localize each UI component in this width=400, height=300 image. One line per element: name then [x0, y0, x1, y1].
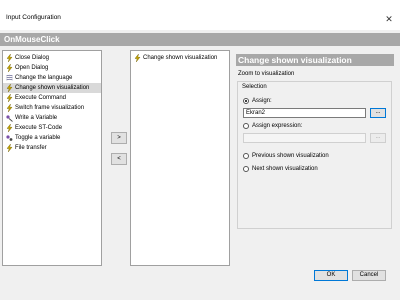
list-item-label: Execute ST-Code	[15, 125, 63, 131]
add-action-button[interactable]: >	[111, 132, 127, 144]
list-item[interactable]: Switch frame visualization	[3, 103, 101, 113]
zoom-to-visualization-label: Zoom to visualization	[238, 71, 295, 77]
list-item[interactable]: Execute Command	[3, 93, 101, 103]
window-title: Input Configuration	[6, 14, 61, 21]
previous-visualization-label: Previous shown visualization	[252, 153, 329, 159]
radio-unselected-icon	[243, 153, 249, 159]
lightning-icon	[6, 123, 13, 133]
list-item[interactable]: Close Dialog	[3, 53, 101, 63]
input-configuration-dialog: Input Configuration ✕ OnMouseClick Close…	[0, 0, 400, 300]
next-visualization-label: Next shown visualization	[252, 166, 318, 172]
close-icon: ✕	[385, 14, 393, 24]
list-item[interactable]: Change shown visualization	[3, 83, 101, 93]
list-item[interactable]: File transfer	[3, 143, 101, 153]
list-item[interactable]: Write a Variable	[3, 113, 101, 123]
list-item-label: Close Dialog	[15, 55, 50, 61]
list-item-label: File transfer	[15, 145, 47, 151]
available-actions-list[interactable]: Close Dialog Open Dialog Change the langua…	[2, 50, 102, 266]
assign-expression-radio[interactable]: Assign expression:	[243, 122, 302, 130]
properties-title: Change shown visualization	[236, 54, 394, 66]
lightning-icon	[6, 103, 13, 113]
list-item-label: Open Dialog	[15, 65, 49, 71]
list-item[interactable]: Change the language	[3, 73, 101, 83]
list-item-label: Toggle a variable	[15, 135, 61, 141]
assign-input[interactable]: Ekran2	[243, 108, 366, 118]
cancel-button[interactable]: Cancel	[352, 270, 386, 281]
lightning-icon	[6, 53, 13, 63]
selection-group-label: Selection	[242, 84, 267, 90]
close-button[interactable]: ✕	[378, 8, 400, 30]
assign-browse-button[interactable]: ...	[370, 108, 386, 118]
list-item[interactable]: Open Dialog	[3, 63, 101, 73]
list-item[interactable]: Change shown visualization	[131, 53, 229, 63]
list-item[interactable]: Execute ST-Code	[3, 123, 101, 133]
title-bar: Input Configuration ✕	[0, 0, 400, 30]
list-item-label: Change shown visualization	[143, 55, 218, 61]
list-item[interactable]: Toggle a variable	[3, 133, 101, 143]
event-header: OnMouseClick	[0, 33, 400, 46]
radio-unselected-icon	[243, 123, 249, 129]
ok-button[interactable]: OK	[314, 270, 348, 281]
previous-visualization-radio[interactable]: Previous shown visualization	[243, 152, 329, 160]
configured-actions-list[interactable]: Change shown visualization	[130, 50, 230, 266]
properties-panel: Change shown visualization Zoom to visua…	[236, 50, 394, 266]
list-item-label: Switch frame visualization	[15, 105, 85, 111]
language-icon	[6, 74, 13, 82]
toggle-variable-icon	[6, 134, 13, 142]
lightning-icon	[6, 143, 13, 153]
assign-expression-input[interactable]	[243, 133, 366, 143]
lightning-icon	[6, 83, 13, 93]
lightning-icon	[6, 63, 13, 73]
next-visualization-radio[interactable]: Next shown visualization	[243, 165, 318, 173]
selection-group: Selection Assign: Ekran2 ... Assign expr…	[237, 81, 392, 229]
lightning-icon	[6, 93, 13, 103]
list-item-label: Change the language	[15, 75, 73, 81]
list-item-label: Execute Command	[15, 95, 67, 101]
assign-radio[interactable]: Assign:	[243, 97, 272, 105]
radio-selected-icon	[243, 98, 249, 104]
radio-unselected-icon	[243, 166, 249, 172]
event-title: OnMouseClick	[4, 35, 60, 44]
remove-action-button[interactable]: <	[111, 153, 127, 165]
assign-expression-label: Assign expression:	[252, 123, 303, 129]
write-variable-icon	[6, 114, 13, 122]
assign-expression-browse-button[interactable]: ...	[370, 133, 386, 143]
lightning-icon	[134, 53, 141, 63]
list-item-label: Change shown visualization	[15, 85, 90, 91]
list-item-label: Write a Variable	[15, 115, 58, 121]
